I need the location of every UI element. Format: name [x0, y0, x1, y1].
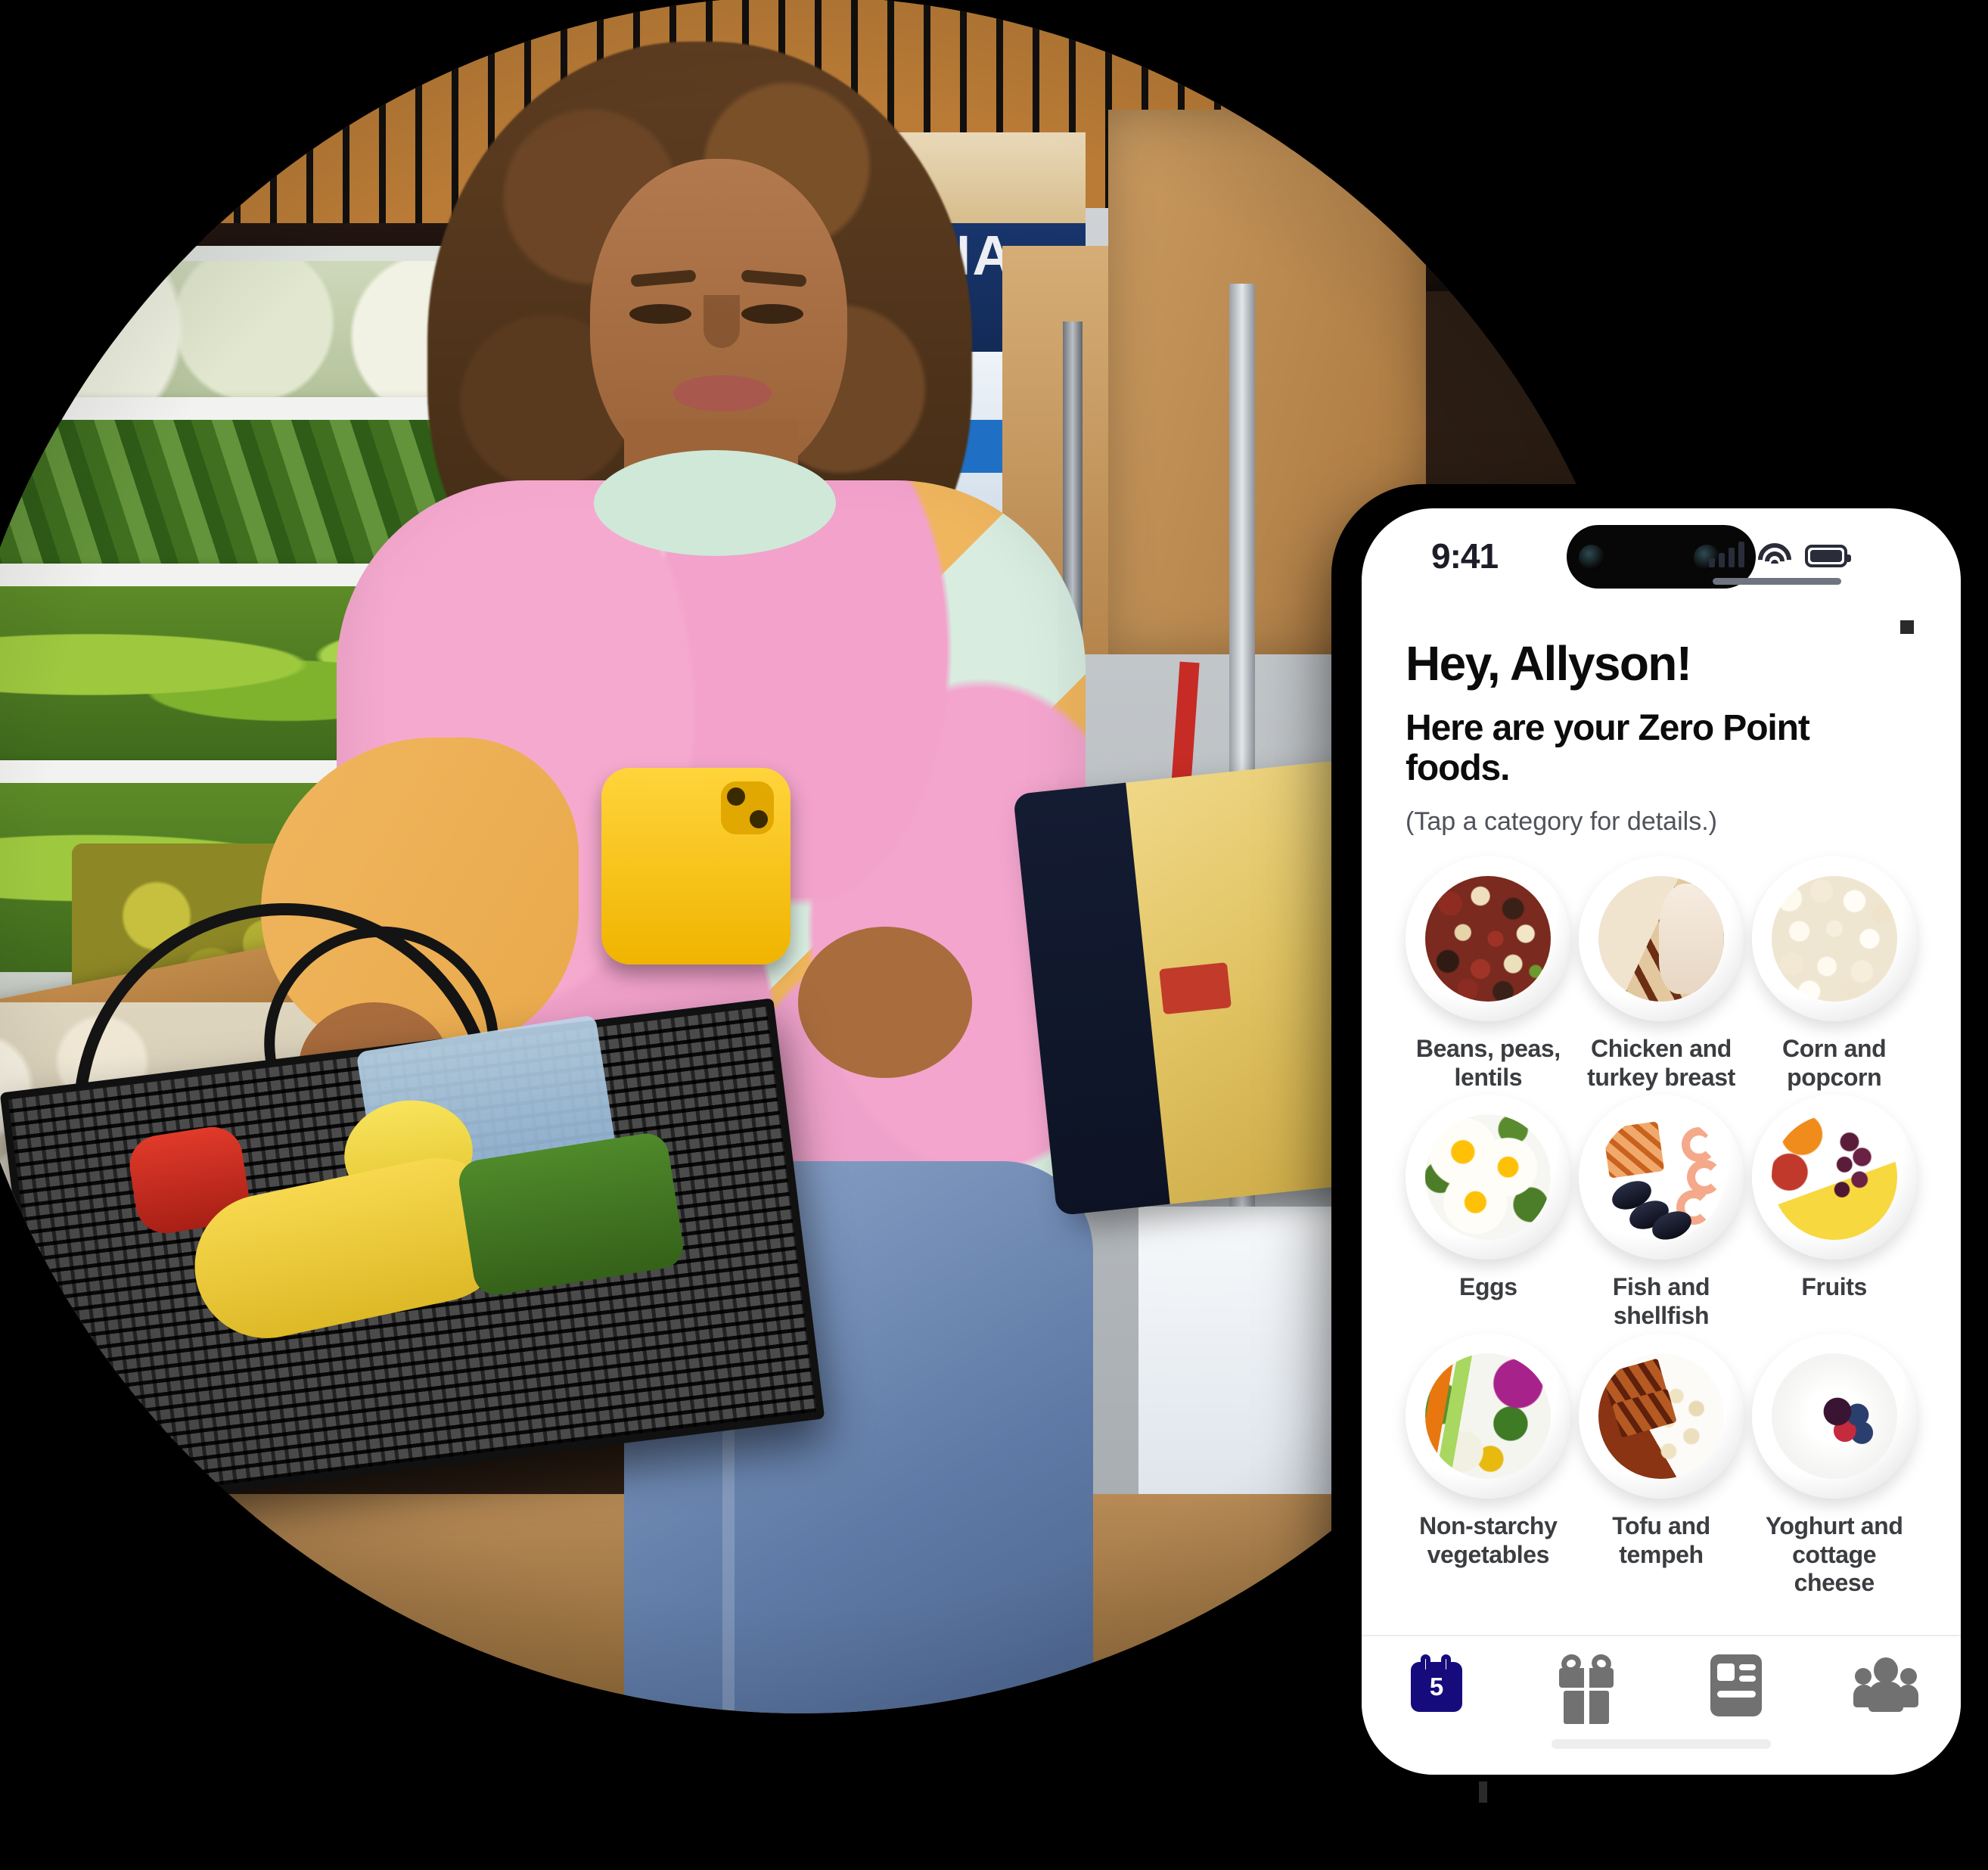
calendar-day-badge: 5 [1429, 1673, 1444, 1701]
shopper-right-hand [798, 927, 972, 1078]
front-camera-dot [1579, 545, 1604, 570]
status-clock: 9:41 [1431, 536, 1499, 576]
plate-chicken-turkey-breast-icon [1578, 856, 1744, 1021]
plate-fish-shellfish-icon [1578, 1095, 1744, 1260]
category-yoghurt-cottage-cheese[interactable]: Yoghurt and cottage cheese [1751, 1333, 1917, 1598]
category-label: Fish and shellfish [1612, 1273, 1710, 1330]
plate-non-starchy-vegetables-icon [1406, 1333, 1571, 1499]
decor-speck-right [1900, 620, 1914, 634]
wifi-icon [1750, 536, 1799, 584]
category-label: Corn and popcorn [1782, 1034, 1887, 1091]
people-icon [1853, 1654, 1918, 1712]
phone-screen: 9:41 Hey, Allyson! Here are your Zero Po… [1362, 508, 1961, 1775]
status-bar: 9:41 [1362, 508, 1961, 607]
rewards-tab[interactable] [1530, 1651, 1643, 1724]
category-beans-peas-lentils[interactable]: Beans, peas, lentils [1406, 856, 1571, 1092]
zero-point-food-grid: Beans, peas, lentils Chicken and turkey … [1406, 856, 1917, 1598]
category-corn-popcorn[interactable]: Corn and popcorn [1751, 856, 1917, 1092]
plate-eggs-icon [1406, 1095, 1571, 1260]
category-label: Beans, peas, lentils [1415, 1034, 1561, 1091]
page-root: RANA [0, 0, 1988, 1870]
articles-tab[interactable] [1679, 1654, 1793, 1716]
category-label: Yoghurt and cottage cheese [1765, 1511, 1903, 1597]
greeting-heading: Hey, Allyson! [1406, 636, 1692, 691]
category-chicken-turkey-breast[interactable]: Chicken and turkey breast [1578, 856, 1744, 1092]
plate-tofu-tempeh-icon [1578, 1333, 1744, 1499]
plate-corn-popcorn-icon [1751, 856, 1917, 1021]
tap-hint-text: (Tap a category for details.) [1406, 806, 1717, 836]
calendar-icon: 5 [1411, 1654, 1462, 1712]
status-icons [1709, 536, 1851, 584]
screen-content: Hey, Allyson! Here are your Zero Point f… [1362, 607, 1961, 1598]
status-underline [1713, 578, 1841, 585]
battery-full-icon [1805, 545, 1851, 567]
plate-yoghurt-cottage-cheese-icon [1751, 1333, 1917, 1499]
category-label: Non-starchy vegetables [1419, 1511, 1558, 1568]
home-indicator[interactable] [1552, 1739, 1771, 1749]
held-yellow-phone [601, 768, 791, 965]
gift-icon [1558, 1651, 1614, 1724]
decor-speck-bottom [1479, 1781, 1487, 1803]
category-label: Eggs [1459, 1273, 1517, 1301]
community-tab[interactable] [1829, 1654, 1943, 1712]
calendar-tab[interactable]: 5 [1380, 1654, 1493, 1712]
plate-fruits-icon [1751, 1095, 1917, 1260]
plate-beans-peas-lentils-icon [1406, 856, 1571, 1021]
category-label: Tofu and tempeh [1612, 1511, 1710, 1568]
category-eggs[interactable]: Eggs [1406, 1095, 1571, 1331]
cellular-bars-icon [1709, 542, 1744, 567]
category-tofu-tempeh[interactable]: Tofu and tempeh [1578, 1333, 1744, 1598]
category-fish-shellfish[interactable]: Fish and shellfish [1578, 1095, 1744, 1331]
category-label: Chicken and turkey breast [1587, 1034, 1735, 1091]
sweater-collar [594, 450, 836, 556]
category-fruits[interactable]: Fruits [1751, 1095, 1917, 1331]
bottom-tab-bar: 5 [1362, 1635, 1961, 1775]
category-label: Fruits [1801, 1273, 1867, 1301]
phone-mockup: 9:41 Hey, Allyson! Here are your Zero Po… [1331, 484, 1974, 1800]
subtitle-heading: Here are your Zero Point foods. [1406, 708, 1810, 788]
article-icon [1710, 1654, 1762, 1716]
category-non-starchy-vegetables[interactable]: Non-starchy vegetables [1406, 1333, 1571, 1598]
